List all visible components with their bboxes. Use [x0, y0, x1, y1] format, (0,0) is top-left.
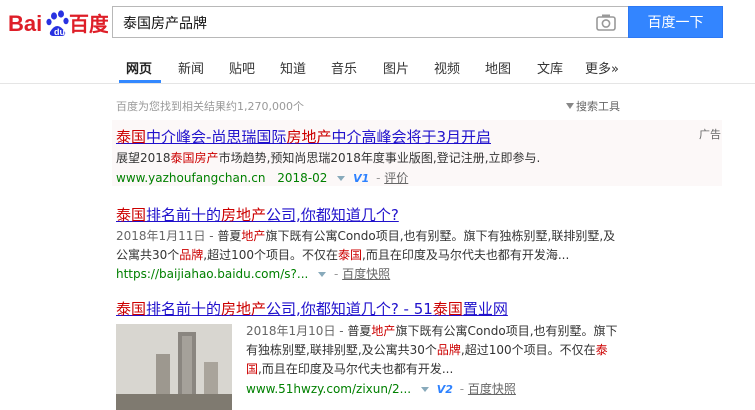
ad-date: 2018-02	[277, 171, 328, 185]
highlight-text: 房地产	[286, 128, 332, 146]
cache-link[interactable]: 百度快照	[468, 382, 516, 396]
search-input[interactable]: 泰国房产品牌	[112, 6, 628, 38]
result-abstract-line: 国,而且在印度及马尔代夫也都有开发...	[246, 360, 453, 379]
text-span: 中介峰会-尚思瑞国际	[146, 128, 287, 146]
active-tab-indicator	[119, 80, 161, 83]
result-abstract-line: 有独栋别墅,联排别墅,及公寓共30个品牌,超过100个项目。不仅在泰	[246, 341, 608, 360]
tab-6[interactable]: 视频	[434, 58, 460, 77]
text-span: 中介高峰会将于3月开启	[331, 128, 491, 146]
svg-text:du: du	[54, 27, 65, 37]
logo-text-baidu: 百度	[69, 12, 108, 36]
tab-0[interactable]: 网页	[126, 58, 152, 77]
highlight-text: 泰国	[432, 300, 463, 318]
text-span: 普夏	[217, 229, 242, 243]
text-span: 排名前十的	[146, 206, 222, 224]
text-span: 旗下既有公寓Condo项目,也有别墅。旗下有独栋别墅,联排别墅,及	[265, 229, 616, 243]
highlight-text: 泰国	[116, 206, 147, 224]
text-span: ,超过100个项目。不仅在	[203, 248, 339, 262]
baidu-logo[interactable]: Bai du 百度	[8, 6, 110, 40]
result-url[interactable]: www.51hwzy.com/zixun/2...	[246, 382, 411, 396]
text-span: 市场趋势,预知尚思瑞2018年度事业版图,登记注册,立即参与.	[218, 151, 541, 165]
search-tools-label: 搜索工具	[576, 100, 620, 113]
result-url-line: www.51hwzy.com/zixun/2... V2 - 百度快照	[246, 382, 516, 396]
filter-icon	[566, 103, 574, 109]
highlight-text: 地产	[371, 324, 396, 338]
ad-title-link[interactable]: 泰国中介峰会-尚思瑞国际房地产中介高峰会将于3月开启	[116, 126, 491, 147]
tab-2[interactable]: 贴吧	[229, 58, 255, 77]
ad-abstract: 展望2018泰国房产市场趋势,预知尚思瑞2018年度事业版图,登记注册,立即参与…	[116, 149, 540, 168]
result-abstract-line: 2018年1月11日 - 普夏地产旗下既有公寓Condo项目,也有别墅。旗下有独…	[116, 227, 615, 246]
cache-link[interactable]: 百度快照	[342, 267, 390, 281]
result-title-link[interactable]: 泰国排名前十的房地产公司,你都知道几个? - 51泰国置业网	[116, 298, 508, 319]
camera-icon[interactable]	[596, 13, 616, 31]
search-button[interactable]: 百度一下	[628, 6, 723, 38]
ad-url[interactable]: www.yazhoufangchan.cn	[116, 171, 265, 185]
tab-1[interactable]: 新闻	[178, 58, 204, 77]
highlight-text: 泰	[595, 343, 608, 357]
result-url[interactable]: https://baijiahao.baidu.com/s?...	[116, 267, 308, 281]
text-span: 排名前十的	[146, 300, 222, 318]
highlight-text: 泰国	[338, 248, 363, 262]
text-span: ,而且在印度及马尔代夫也都有开发...	[258, 362, 454, 376]
text-span: 公司,你都知道几个? - 51	[266, 300, 433, 318]
tab-7[interactable]: 地图	[485, 58, 511, 77]
credit-badge-v1[interactable]: V1	[353, 172, 369, 185]
text-span: 公司,你都知道几个?	[266, 206, 399, 224]
result-abstract-line: 2018年1月10日 - 普夏地产旗下既有公寓Condo项目,也有别墅。旗下	[246, 322, 618, 341]
highlight-text: 泰国	[116, 300, 147, 318]
result-url-line: https://baijiahao.baidu.com/s?... - 百度快照	[116, 267, 391, 281]
text-span: ,超过100个项目。不仅在	[460, 343, 596, 357]
text-span: 展望2018	[116, 151, 171, 165]
highlight-text: 国	[246, 362, 259, 376]
highlight-text: 泰国	[116, 128, 147, 146]
ad-url-line: www.yazhoufangchan.cn 2018-02 V1 - 评价	[116, 171, 409, 185]
text-span: 有独栋别墅,联排别墅,及公寓共30个	[246, 343, 437, 357]
highlight-text: 房地产	[221, 206, 267, 224]
text-span: 普夏	[347, 324, 372, 338]
tab-9[interactable]: 更多»	[585, 58, 619, 77]
text-span: 置业网	[462, 300, 508, 318]
result-title-link[interactable]: 泰国排名前十的房地产公司,你都知道几个?	[116, 204, 399, 225]
result-thumbnail[interactable]	[116, 324, 232, 410]
header: Bai du 百度 泰国房产品牌 百度一下	[0, 0, 755, 46]
highlight-text: 房地产	[221, 300, 267, 318]
text-span: 旗下既有公寓Condo项目,也有别墅。旗下	[395, 324, 618, 338]
credit-badge-v2[interactable]: V2	[437, 383, 453, 396]
text-span: 2018年1月11日 -	[116, 229, 218, 243]
evaluate-link[interactable]: 评价	[384, 171, 408, 185]
ad-label: 广告	[699, 128, 721, 141]
highlight-text: 泰国房产	[170, 151, 219, 165]
logo-text-bai: Bai	[8, 11, 42, 36]
tab-4[interactable]: 音乐	[331, 58, 357, 77]
text-span: 2018年1月10日 -	[246, 324, 348, 338]
search-query: 泰国房产品牌	[123, 16, 207, 32]
text-span: 公寓共30个	[116, 248, 180, 262]
dropdown-caret-icon[interactable]	[420, 386, 429, 392]
dropdown-caret-icon[interactable]	[318, 271, 327, 277]
highlight-text: 品牌	[179, 248, 204, 262]
result-count: 百度为您找到相关结果约1,270,000个	[116, 100, 304, 113]
tab-8[interactable]: 文库	[537, 58, 563, 77]
search-tools-button[interactable]: 搜索工具	[566, 98, 620, 114]
dropdown-caret-icon[interactable]	[337, 175, 346, 181]
highlight-text: 品牌	[436, 343, 461, 357]
tab-3[interactable]: 知道	[280, 58, 306, 77]
tab-5[interactable]: 图片	[383, 58, 409, 77]
text-span: ,而且在印度及马尔代夫也都有开发海...	[362, 248, 570, 262]
paw-icon: du	[46, 10, 69, 37]
highlight-text: 地产	[241, 229, 266, 243]
result-abstract-line: 公寓共30个品牌,超过100个项目。不仅在泰国,而且在印度及马尔代夫也都有开发海…	[116, 246, 569, 265]
search-tabs: 网页 新闻 贴吧 知道 音乐 图片 视频 地图 文库 更多»	[0, 46, 755, 84]
